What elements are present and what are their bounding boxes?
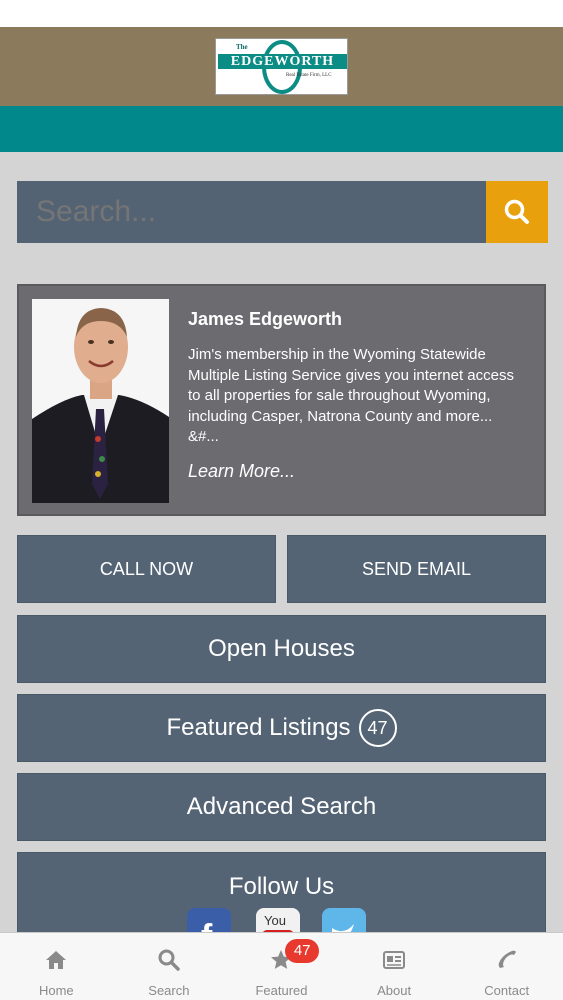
tab-contact[interactable]: Contact	[450, 933, 563, 1000]
search-icon	[158, 949, 180, 971]
phone-icon	[498, 950, 516, 968]
advanced-search-label: Advanced Search	[186, 793, 377, 820]
tab-contact-label: Contact	[484, 983, 530, 998]
tab-search[interactable]: Search	[113, 933, 226, 1000]
agent-bio: Jim's membership in the Wyoming Statewid…	[188, 346, 514, 445]
tab-about-label: About	[377, 983, 412, 998]
open-houses-label: Open Houses	[208, 635, 355, 662]
search-input[interactable]	[17, 181, 486, 243]
app-header: The EDGEWORTH Real Estate Firm, LLC	[0, 27, 563, 106]
follow-us-title: Follow Us	[228, 873, 335, 900]
featured-tab-badge: 47	[285, 939, 320, 963]
open-houses-button[interactable]: Open Houses	[17, 615, 546, 683]
featured-listings-label: Featured Listings	[166, 714, 351, 741]
send-email-button[interactable]: SEND EMAIL	[287, 535, 546, 603]
tab-bar: Home Search 47 Featured About Contact	[0, 932, 563, 1000]
teal-banner	[0, 106, 563, 152]
advanced-search-button[interactable]: Advanced Search	[17, 773, 546, 841]
home-icon	[46, 951, 67, 969]
call-now-button[interactable]: CALL NOW	[17, 535, 276, 603]
company-logo[interactable]: The EDGEWORTH Real Estate Firm, LLC	[215, 38, 348, 95]
featured-count-badge: 47	[358, 709, 397, 747]
logo-wordmark: EDGEWORTH	[218, 54, 347, 69]
agent-name: James Edgeworth	[188, 309, 343, 329]
tab-about[interactable]: About	[338, 933, 451, 1000]
tab-home-label: Home	[38, 983, 74, 998]
id-card-icon	[383, 951, 406, 969]
featured-listings-button[interactable]: Featured Listings 47	[17, 694, 546, 762]
search-bar	[17, 181, 548, 243]
svg-text:You: You	[264, 913, 286, 928]
agent-card[interactable]: James Edgeworth Jim's membership in the …	[17, 284, 546, 516]
follow-us-panel: Follow Us f You	[17, 852, 546, 942]
logo-the: The	[236, 43, 248, 51]
search-button[interactable]	[486, 181, 548, 243]
status-bar	[0, 0, 563, 27]
tab-featured-label: Featured	[255, 983, 308, 998]
search-icon	[504, 199, 529, 224]
learn-more-link[interactable]: Learn More...	[188, 461, 295, 482]
call-now-label: CALL NOW	[99, 558, 194, 579]
logo-subtitle: Real Estate Firm, LLC	[286, 73, 332, 78]
agent-photo	[32, 299, 169, 503]
tab-search-label: Search	[148, 983, 190, 998]
send-email-label: SEND EMAIL	[361, 558, 472, 579]
tab-featured[interactable]: 47 Featured	[225, 933, 338, 1000]
tab-home[interactable]: Home	[0, 933, 113, 1000]
